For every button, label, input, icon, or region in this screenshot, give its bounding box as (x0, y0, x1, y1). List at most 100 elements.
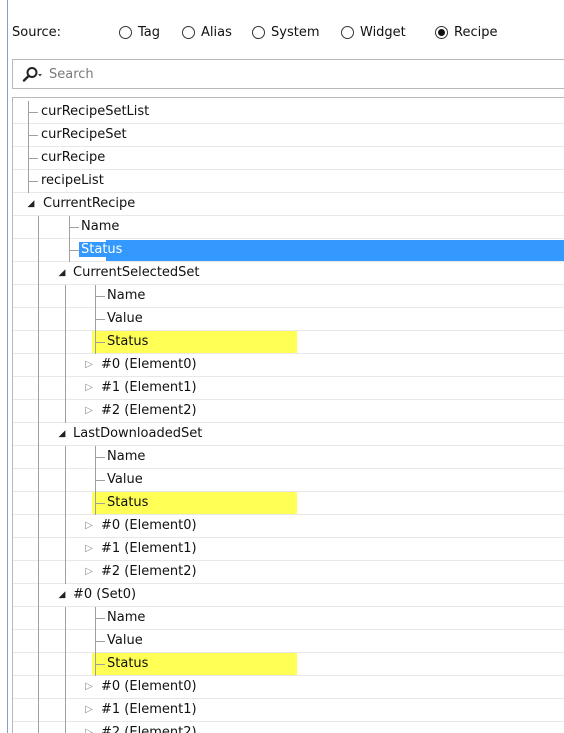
collapse-arrow-icon[interactable]: ◢ (56, 266, 68, 280)
tree-guide-line (65, 538, 66, 561)
tree-row[interactable]: ▷ #0 (Element0) (13, 515, 564, 538)
tree-row[interactable]: ▷ #0 (Element0) (13, 354, 564, 377)
expand-arrow-icon[interactable]: ▷ (83, 565, 95, 579)
selection-bar (106, 240, 564, 261)
tree-item-label: Name (107, 610, 146, 625)
radio-tag[interactable]: Tag (119, 25, 160, 40)
tree-row[interactable]: ◢ CurrentRecipe (13, 193, 564, 216)
tree-row[interactable]: Name (13, 216, 564, 239)
tree-guide-line (38, 239, 39, 262)
radio-widget-circle[interactable] (341, 26, 354, 39)
tree-guide-line (38, 676, 39, 699)
tree-row[interactable]: recipeList (13, 170, 564, 193)
tree-connector (28, 181, 38, 182)
tree-guide-line (65, 285, 66, 308)
tree-row[interactable]: Name (13, 285, 564, 308)
tree-row[interactable]: ▷ #0 (Element0) (13, 676, 564, 699)
expand-arrow-icon[interactable]: ▷ (83, 519, 95, 533)
tree-guide-line (69, 239, 70, 262)
radio-alias-label: Alias (201, 25, 232, 40)
tree-guide-line (95, 492, 96, 515)
tree-row[interactable]: curRecipeSetList (13, 101, 564, 124)
tree-item-label: #1 (Element1) (101, 380, 197, 395)
tree-guide-line (38, 492, 39, 515)
expand-arrow-icon[interactable]: ▷ (83, 703, 95, 717)
collapse-arrow-icon[interactable]: ◢ (56, 427, 68, 441)
radio-alias-circle[interactable] (182, 26, 195, 39)
tree-row[interactable]: curRecipe (13, 147, 564, 170)
tree-guide-line (65, 354, 66, 377)
tree-row[interactable]: ▷ #2 (Element2) (13, 722, 564, 733)
expand-arrow-icon[interactable]: ▷ (83, 381, 95, 395)
radio-tag-circle[interactable] (119, 26, 132, 39)
tree-row[interactable]: Value (13, 308, 564, 331)
tree-row[interactable]: ▷ #2 (Element2) (13, 561, 564, 584)
tree-guide-line (65, 377, 66, 400)
tree-row[interactable]: ▷ #1 (Element1) (13, 699, 564, 722)
tree-row[interactable]: curRecipeSet (13, 124, 564, 147)
tree-item-label: #0 (Element0) (101, 357, 197, 372)
tree-row[interactable]: Value (13, 630, 564, 653)
tree-row[interactable]: Status (13, 331, 564, 354)
tree-guide-line (38, 262, 39, 285)
tree-guide-line (95, 331, 96, 354)
tree-guide-line (65, 630, 66, 653)
radio-system-circle[interactable] (252, 26, 265, 39)
tree-item-label: curRecipe (41, 150, 106, 165)
tree-guide-line (38, 216, 39, 239)
tree-row[interactable]: Status (13, 239, 564, 262)
search-input[interactable] (49, 64, 549, 84)
tree-guide-line (95, 607, 96, 630)
radio-system[interactable]: System (252, 25, 319, 40)
tree-guide-line (28, 147, 29, 170)
tree-row[interactable]: ▷ #1 (Element1) (13, 377, 564, 400)
tree-guide-line (95, 653, 96, 676)
tree-guide-line (38, 699, 39, 722)
expand-arrow-icon[interactable]: ▷ (83, 542, 95, 556)
radio-widget-label: Widget (360, 25, 406, 40)
tree-row[interactable]: Name (13, 607, 564, 630)
radio-alias[interactable]: Alias (182, 25, 232, 40)
tree-guide-line (65, 607, 66, 630)
expand-arrow-icon[interactable]: ▷ (83, 404, 95, 418)
tree-row[interactable]: Value (13, 469, 564, 492)
radio-recipe-circle[interactable] (435, 26, 448, 39)
tree-view[interactable]: curRecipeSetList curRecipeSet curRecipe rec… (12, 97, 564, 733)
tree-item-label: Status (107, 334, 149, 349)
radio-tag-label: Tag (138, 25, 161, 40)
tree-item-label: #2 (Element2) (101, 725, 197, 733)
radio-widget[interactable]: Widget (341, 25, 406, 40)
tree-row[interactable]: Status (13, 653, 564, 676)
tree-guide-line (69, 216, 70, 239)
tree-guide-line (65, 515, 66, 538)
tree-row[interactable]: Name (13, 446, 564, 469)
collapse-arrow-icon[interactable]: ◢ (56, 588, 68, 602)
tree-connector (95, 319, 105, 320)
tree-item-label: #0 (Set0) (73, 587, 137, 602)
tree-guide-line (38, 653, 39, 676)
tree-row[interactable]: ▷ #1 (Element1) (13, 538, 564, 561)
tree-row[interactable]: ◢ LastDownloadedSet (13, 423, 564, 446)
tree-row[interactable]: ▷ #2 (Element2) (13, 400, 564, 423)
tree-item-label: Name (107, 288, 146, 303)
tree-row[interactable]: ◢ #0 (Set0) (13, 584, 564, 607)
search-icon[interactable] (21, 66, 45, 84)
tree-connector (95, 480, 105, 481)
tree-guide-line (38, 584, 39, 607)
tree-row[interactable]: ◢ CurrentSelectedSet (13, 262, 564, 285)
expand-arrow-icon[interactable]: ▷ (83, 680, 95, 694)
radio-recipe[interactable]: Recipe (435, 25, 497, 40)
collapse-arrow-icon[interactable]: ◢ (25, 197, 37, 211)
tree-guide-line (38, 607, 39, 630)
expand-arrow-icon[interactable]: ▷ (83, 726, 95, 733)
tree-item-label: #1 (Element1) (101, 702, 197, 717)
tree-guide-line (65, 676, 66, 699)
tree-item-label: Value (107, 311, 143, 326)
tree-guide-line (38, 538, 39, 561)
tree-item-label: Status (107, 495, 149, 510)
tree-guide-line (38, 446, 39, 469)
expand-arrow-icon[interactable]: ▷ (83, 358, 95, 372)
tree-row[interactable]: Status (13, 492, 564, 515)
tree-guide-line (65, 469, 66, 492)
tree-item-label: Name (107, 449, 146, 464)
